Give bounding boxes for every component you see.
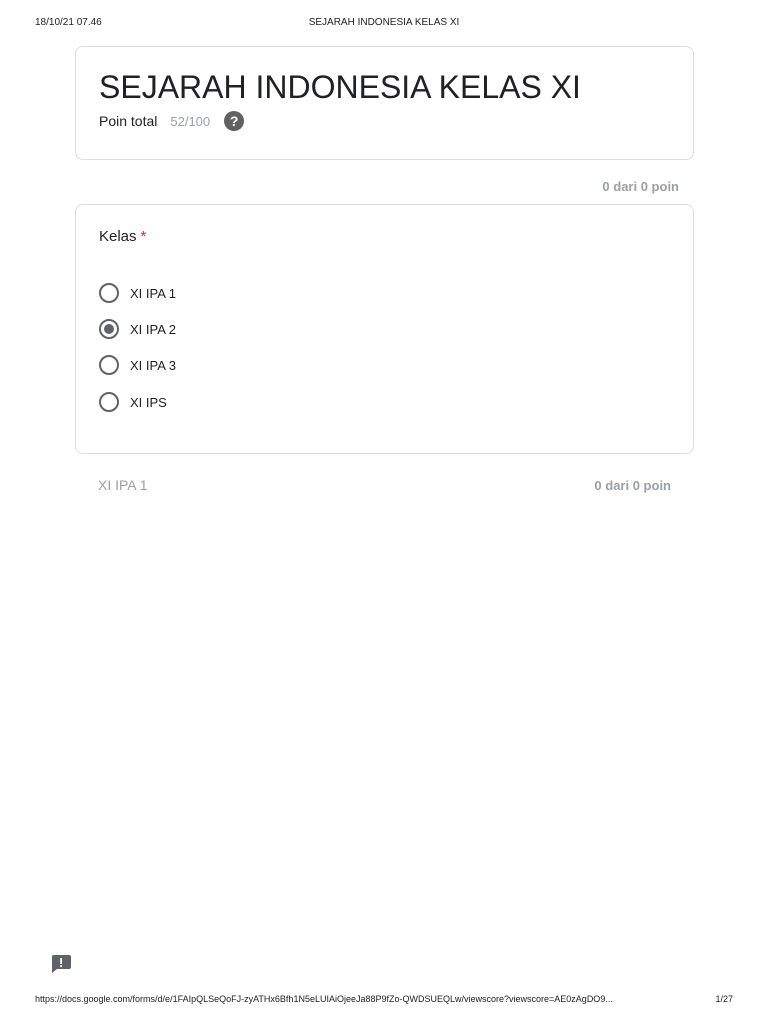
option-xi-ipa-3[interactable]: XI IPA 3 xyxy=(99,354,176,376)
question-card: Kelas * XI IPA 1 XI IPA 2 XI IPA 3 XI IPS xyxy=(75,204,694,454)
print-url: https://docs.google.com/forms/d/e/1FAIpQ… xyxy=(35,994,613,1004)
option-label: XI IPS xyxy=(130,394,167,410)
print-header: 18/10/21 07.46 SEJARAH INDONESIA KELAS X… xyxy=(35,17,733,31)
form-header-card: SEJARAH INDONESIA KELAS XI Poin total 52… xyxy=(75,46,694,160)
option-xi-ipa-2[interactable]: XI IPA 2 xyxy=(99,318,176,340)
option-xi-ipa-1[interactable]: XI IPA 1 xyxy=(99,282,176,304)
question-title: Kelas * xyxy=(99,228,146,245)
question-title-text: Kelas xyxy=(99,228,137,245)
radio-button[interactable] xyxy=(99,283,119,303)
correct-answer: XI IPA 1 xyxy=(98,477,148,493)
form-title: SEJARAH INDONESIA KELAS XI xyxy=(99,69,581,105)
radio-button-selected[interactable] xyxy=(99,319,119,339)
question-points: 0 dari 0 poin xyxy=(602,179,679,194)
total-score: Poin total 52/100 ? xyxy=(99,109,245,133)
option-label: XI IPA 1 xyxy=(130,285,177,301)
option-label: XI IPA 2 xyxy=(130,321,177,337)
question-circle-icon[interactable]: ? xyxy=(224,111,245,131)
feedback-icon[interactable] xyxy=(50,954,72,974)
radio-button[interactable] xyxy=(99,392,119,412)
correct-answer-points: 0 dari 0 poin xyxy=(594,478,671,493)
total-score-value: 52/100 xyxy=(170,113,211,129)
required-marker: * xyxy=(140,228,147,245)
option-xi-ips[interactable]: XI IPS xyxy=(99,391,167,413)
page-number: 1/27 xyxy=(715,994,733,1004)
radio-button[interactable] xyxy=(99,355,119,375)
total-score-label: Poin total xyxy=(99,113,158,129)
print-document-title: SEJARAH INDONESIA KELAS XI xyxy=(308,17,460,28)
print-footer: https://docs.google.com/forms/d/e/1FAIpQ… xyxy=(35,994,733,1008)
option-label: XI IPA 3 xyxy=(130,357,177,373)
